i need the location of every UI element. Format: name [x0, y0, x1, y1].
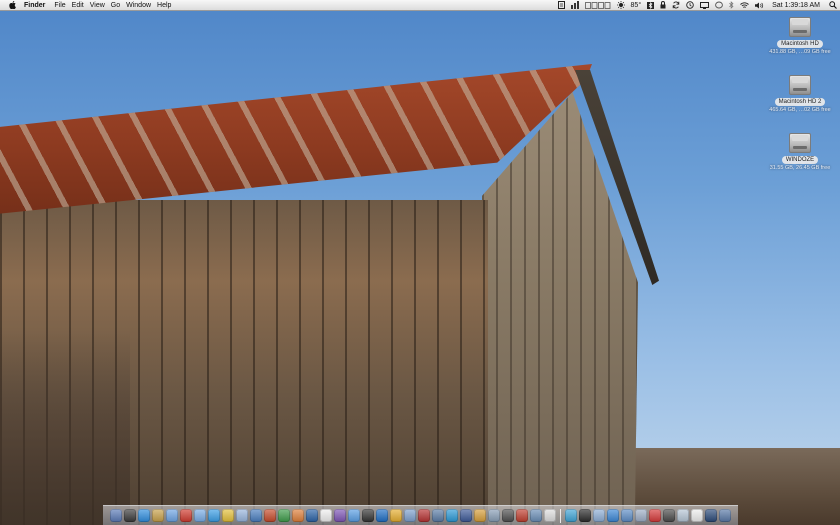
dock-app-icon[interactable] [663, 509, 675, 522]
dock-app-icon[interactable] [691, 509, 703, 522]
dock [103, 505, 738, 525]
dock-app-icon[interactable] [194, 509, 206, 522]
dock-app-icon[interactable] [488, 509, 500, 522]
desktop-icon-windoze[interactable]: WINDOZE 31.55 GB, 26.45 GB free [765, 131, 835, 171]
menu-edit[interactable]: Edit [72, 0, 90, 11]
menu-file[interactable]: File [54, 0, 71, 11]
dock-app-icon[interactable] [705, 509, 717, 522]
dock-app-icon[interactable] [348, 509, 360, 522]
dock-app-icon[interactable] [446, 509, 458, 522]
menu-go[interactable]: Go [111, 0, 126, 11]
dock-app-icon[interactable] [474, 509, 486, 522]
sync-icon[interactable] [672, 0, 680, 11]
dock-app-icon[interactable] [530, 509, 542, 522]
dock-app-icon[interactable] [516, 509, 528, 522]
desktop-icon-label: Macintosh HD [777, 40, 823, 48]
desktop-icon-capacity: 31.55 GB, 26.45 GB free [769, 165, 831, 171]
dock-app-icon[interactable] [306, 509, 318, 522]
desktop-icon-label: WINDOZE [781, 156, 819, 164]
dock-app-icon[interactable] [544, 509, 556, 522]
dock-app-icon[interactable] [152, 509, 164, 522]
dock-app-icon[interactable] [320, 509, 332, 522]
hard-drive-icon [788, 15, 812, 39]
dock-app-icon[interactable] [502, 509, 514, 522]
dock-app-icon[interactable] [565, 509, 577, 522]
dock-app-icon[interactable] [607, 509, 619, 522]
dock-app-icon[interactable] [404, 509, 416, 522]
dock-separator [560, 508, 561, 523]
dock-app-icon[interactable] [124, 509, 136, 522]
dock-app-icon[interactable] [579, 509, 591, 522]
monitor-bars-icon[interactable] [570, 0, 579, 11]
dock-app-icon[interactable] [208, 509, 220, 522]
dock-app-icon[interactable] [110, 509, 122, 522]
dock-app-icon[interactable] [418, 509, 430, 522]
dock-app-icon[interactable] [432, 509, 444, 522]
bluetooth-icon[interactable] [729, 0, 734, 11]
dock-app-icon[interactable] [390, 509, 402, 522]
dock-app-icon[interactable] [264, 509, 276, 522]
dock-app-icon[interactable] [250, 509, 262, 522]
dock-app-icon[interactable] [236, 509, 248, 522]
dock-app-icon[interactable] [635, 509, 647, 522]
bluetooth-box-icon[interactable] [647, 0, 655, 11]
dock-app-icon[interactable] [460, 509, 472, 522]
wifi-icon[interactable] [740, 0, 749, 11]
desktop-icon-macintosh-hd[interactable]: Macintosh HD 431.88 GB, …09 GB free [765, 15, 835, 55]
dock-app-icon[interactable] [166, 509, 178, 522]
dock-app-icon[interactable] [334, 509, 346, 522]
desktop-icon-label: Macintosh HD 2 [774, 98, 826, 106]
dock-app-icon[interactable] [362, 509, 374, 522]
apple-menu-icon[interactable] [9, 1, 16, 9]
dock-app-icon[interactable] [138, 509, 150, 522]
dock-app-icon[interactable] [222, 509, 234, 522]
cpu-meter-icon[interactable] [584, 0, 611, 11]
dock-app-icon[interactable] [292, 509, 304, 522]
sync-status-icon[interactable] [715, 0, 723, 11]
temperature-readout[interactable]: 85° [631, 0, 642, 11]
dock-app-icon[interactable] [621, 509, 633, 522]
dock-app-icon[interactable] [649, 509, 661, 522]
desktop-icon-macintosh-hd-2[interactable]: Macintosh HD 2 465.64 GB, …02 GB free [765, 73, 835, 113]
script-menu-icon[interactable] [557, 0, 565, 11]
dock-app-icon[interactable] [719, 509, 731, 522]
volume-icon[interactable] [755, 0, 764, 11]
wallpaper-trees [0, 330, 130, 525]
menu-clock[interactable]: Sat 1:39:18 AM [772, 0, 820, 11]
menu-bar: Finder File Edit View Go Window Help 85° [0, 0, 840, 11]
dock-app-icon[interactable] [180, 509, 192, 522]
hard-drive-icon [788, 73, 812, 97]
menu-window[interactable]: Window [126, 0, 157, 11]
menu-extras: 85° Sat 1:39:18 AM [555, 0, 840, 11]
time-machine-icon[interactable] [686, 0, 694, 11]
weather-sun-icon[interactable] [616, 0, 625, 11]
dock-app-icon[interactable] [677, 509, 689, 522]
dock-app-icon[interactable] [593, 509, 605, 522]
desktop-wallpaper [0, 0, 840, 525]
desktop-icon-capacity: 431.88 GB, …09 GB free [769, 49, 831, 55]
menu-view[interactable]: View [90, 0, 111, 11]
desktop-icon-capacity: 465.64 GB, …02 GB free [769, 107, 831, 113]
lock-icon[interactable] [660, 0, 666, 11]
display-mirror-icon[interactable] [700, 0, 710, 11]
spotlight-search-icon[interactable] [829, 0, 837, 11]
menu-help[interactable]: Help [157, 0, 177, 11]
hard-drive-icon [788, 131, 812, 155]
dock-app-icon[interactable] [278, 509, 290, 522]
dock-app-icon[interactable] [376, 509, 388, 522]
menu-app-finder[interactable]: Finder [24, 0, 51, 11]
